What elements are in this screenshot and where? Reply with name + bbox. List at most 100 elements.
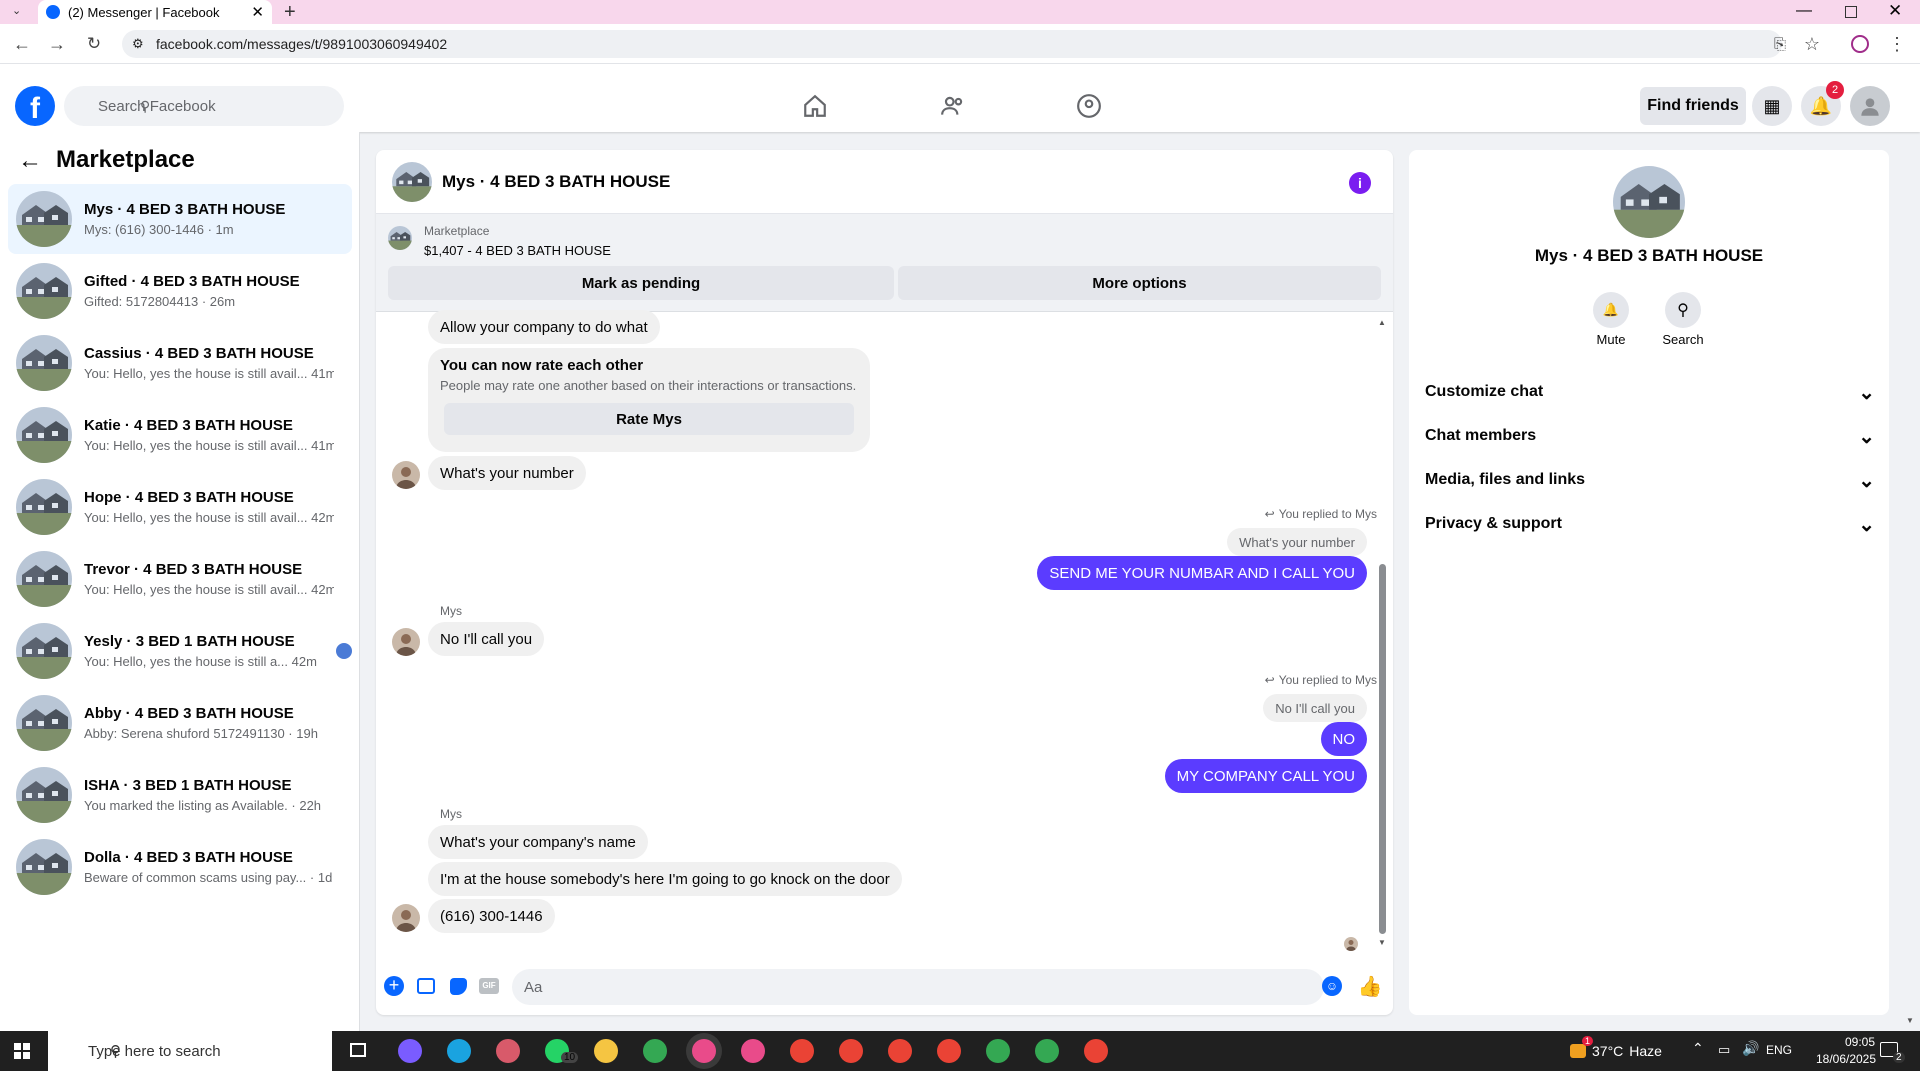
listing-thumb[interactable] (388, 226, 412, 250)
chat-scrollbar[interactable]: ▲ ▼ (1378, 318, 1386, 948)
gif-icon[interactable]: GIF (478, 975, 500, 997)
message-bubble[interactable]: No I'll call you (428, 622, 545, 656)
reload-icon[interactable]: ↻ (82, 32, 106, 56)
conversation-item[interactable]: Gifted · 4 BED 3 BATH HOUSE Gifted: 51728… (8, 256, 352, 326)
more-options-button[interactable]: More options (898, 266, 1381, 300)
my-message-bubble[interactable]: NO (1320, 722, 1367, 756)
conversation-item[interactable]: Abby · 4 BED 3 BATH HOUSE Abby: Serena sh… (8, 688, 352, 758)
details-avatar[interactable] (1613, 166, 1685, 238)
clock-date[interactable]: 18/06/2025 (1806, 1052, 1886, 1066)
conversation-item[interactable]: Dolla · 4 BED 3 BATH HOUSE Beware of comm… (8, 832, 352, 902)
conversation-name: Yesly · 3 BED 1 BATH HOUSE (84, 633, 295, 650)
home-icon[interactable] (799, 90, 831, 122)
groups-icon[interactable] (1073, 90, 1105, 122)
chrome-profile-icon[interactable] (937, 1039, 961, 1063)
scroll-up-icon[interactable]: ▲ (1378, 318, 1386, 327)
chrome-profile-icon[interactable] (839, 1039, 863, 1063)
sticker-icon[interactable] (447, 975, 469, 997)
my-message-bubble[interactable]: SEND ME YOUR NUMBAR AND I CALL YOU (1037, 556, 1367, 590)
tab-list-chevron-icon[interactable]: ⌄ (12, 4, 21, 17)
chat-title[interactable]: Mys · 4 BED 3 BATH HOUSE (442, 172, 670, 192)
system-tray-chevron-icon[interactable]: ⌃ (1692, 1040, 1704, 1057)
message-bubble[interactable]: Allow your company to do what (428, 310, 660, 344)
scroll-down-icon[interactable]: ▼ (1378, 938, 1386, 947)
profile-icon[interactable] (1848, 32, 1872, 56)
message-bubble[interactable]: What's your company's name (428, 825, 648, 859)
mute-button[interactable]: 🔔 Mute (1571, 292, 1651, 347)
listing-title[interactable]: $1,407 - 4 BED 3 BATH HOUSE (424, 243, 611, 258)
chrome-profile-icon[interactable] (888, 1039, 912, 1063)
browser-tab[interactable]: (2) Messenger | Facebook ✕ (38, 0, 272, 24)
file-explorer-icon[interactable] (594, 1039, 618, 1063)
chrome-profile-icon[interactable] (692, 1039, 716, 1063)
weather-widget[interactable]: 1 37°C Haze (1570, 1036, 1662, 1062)
site-info-icon[interactable]: ⚙ (132, 36, 144, 52)
new-tab-icon[interactable]: + (284, 1, 296, 24)
chrome-profile-icon[interactable] (1035, 1039, 1059, 1063)
sender-avatar[interactable] (392, 628, 420, 656)
message-bubble[interactable]: What's your number (428, 456, 586, 490)
message-bubble[interactable]: (616) 300-1446 (428, 899, 555, 933)
minimize-icon[interactable]: — (1796, 2, 1812, 20)
conversation-item[interactable]: Trevor · 4 BED 3 BATH HOUSE You: Hello, y… (8, 544, 352, 614)
details-section[interactable]: Customize chat ⌄ (1425, 374, 1875, 410)
find-friends-button[interactable]: Find friends (1640, 87, 1746, 125)
chat-avatar[interactable] (392, 161, 432, 202)
language-indicator[interactable]: ENG (1766, 1043, 1792, 1057)
facebook-logo-icon[interactable]: f (15, 86, 55, 126)
chrome-profile-icon[interactable] (986, 1039, 1010, 1063)
conversation-item[interactable]: Cassius · 4 BED 3 BATH HOUSE You: Hello, … (8, 328, 352, 398)
close-window-icon[interactable]: ✕ (1888, 1, 1902, 21)
install-app-icon[interactable]: ⎘ (1768, 32, 1792, 56)
page-scrollbar-down[interactable]: ▼ (1906, 1016, 1914, 1025)
conversation-item[interactable]: ISHA · 3 BED 1 BATH HOUSE You marked the … (8, 760, 352, 830)
thumbs-up-icon[interactable]: 👍 (1358, 975, 1383, 998)
restore-icon[interactable] (1845, 6, 1857, 18)
search-in-chat-button[interactable]: ⚲ Search (1643, 292, 1723, 347)
details-section[interactable]: Media, files and links ⌄ (1425, 462, 1875, 498)
message-bubble[interactable]: I'm at the house somebody's here I'm goi… (428, 862, 902, 896)
bookmark-star-icon[interactable]: ☆ (1800, 32, 1824, 56)
facebook-search-input[interactable]: ⚲ Search Facebook (64, 86, 344, 126)
forward-icon[interactable]: → (45, 32, 69, 56)
friends-icon[interactable] (937, 90, 969, 122)
quoted-message[interactable]: No I'll call you (1263, 694, 1367, 722)
details-section[interactable]: Privacy & support ⌄ (1425, 506, 1875, 542)
sender-avatar[interactable] (392, 904, 420, 932)
emoji-icon[interactable]: ☺ (1321, 975, 1343, 997)
chrome-profile-icon[interactable] (1084, 1039, 1108, 1063)
browser-menu-icon[interactable]: ⋮ (1885, 32, 1909, 56)
copilot-icon[interactable] (398, 1039, 422, 1063)
account-avatar[interactable] (1850, 86, 1890, 126)
back-arrow-icon[interactable]: ← (18, 147, 42, 175)
chrome-profile-icon[interactable] (741, 1039, 765, 1063)
details-section[interactable]: Chat members ⌄ (1425, 418, 1875, 454)
rate-button[interactable]: Rate Mys (444, 403, 854, 435)
sender-avatar[interactable] (392, 461, 420, 489)
scroll-thumb[interactable] (1379, 564, 1386, 934)
task-view-icon[interactable] (350, 1043, 366, 1057)
conversation-item[interactable]: Yesly · 3 BED 1 BATH HOUSE You: Hello, ye… (8, 616, 352, 686)
close-tab-icon[interactable]: ✕ (251, 3, 264, 21)
chrome-icon[interactable] (643, 1039, 667, 1063)
conversation-item[interactable]: Hope · 4 BED 3 BATH HOUSE You: Hello, yes… (8, 472, 352, 542)
chrome-profile-icon[interactable] (790, 1039, 814, 1063)
edge-icon[interactable] (447, 1039, 471, 1063)
back-icon[interactable]: ← (10, 32, 34, 56)
conversation-item[interactable]: Katie · 4 BED 3 BATH HOUSE You: Hello, ye… (8, 400, 352, 470)
info-icon[interactable]: i (1349, 172, 1371, 194)
plus-circle-icon[interactable]: + (383, 975, 405, 997)
mark-pending-button[interactable]: Mark as pending (388, 266, 894, 300)
my-message-bubble[interactable]: MY COMPANY CALL YOU (1164, 759, 1367, 793)
photo-icon[interactable] (415, 975, 437, 997)
address-bar[interactable]: ⚙ facebook.com/messages/t/98910030609494… (122, 30, 1782, 58)
message-input[interactable]: Aa (512, 969, 1324, 1005)
volume-icon[interactable]: 🔊 (1742, 1040, 1759, 1057)
taskbar-search[interactable]: ⚲ Type here to search (48, 1031, 332, 1071)
network-icon[interactable]: ▭ (1718, 1042, 1730, 1058)
conversation-item[interactable]: Mys · 4 BED 3 BATH HOUSE Mys: (616) 300-1… (8, 184, 352, 254)
quoted-message[interactable]: What's your number (1227, 528, 1367, 556)
menu-grid-icon[interactable]: ▦ (1752, 86, 1792, 126)
app-icon[interactable] (496, 1039, 520, 1063)
windows-start-icon[interactable] (14, 1043, 30, 1059)
